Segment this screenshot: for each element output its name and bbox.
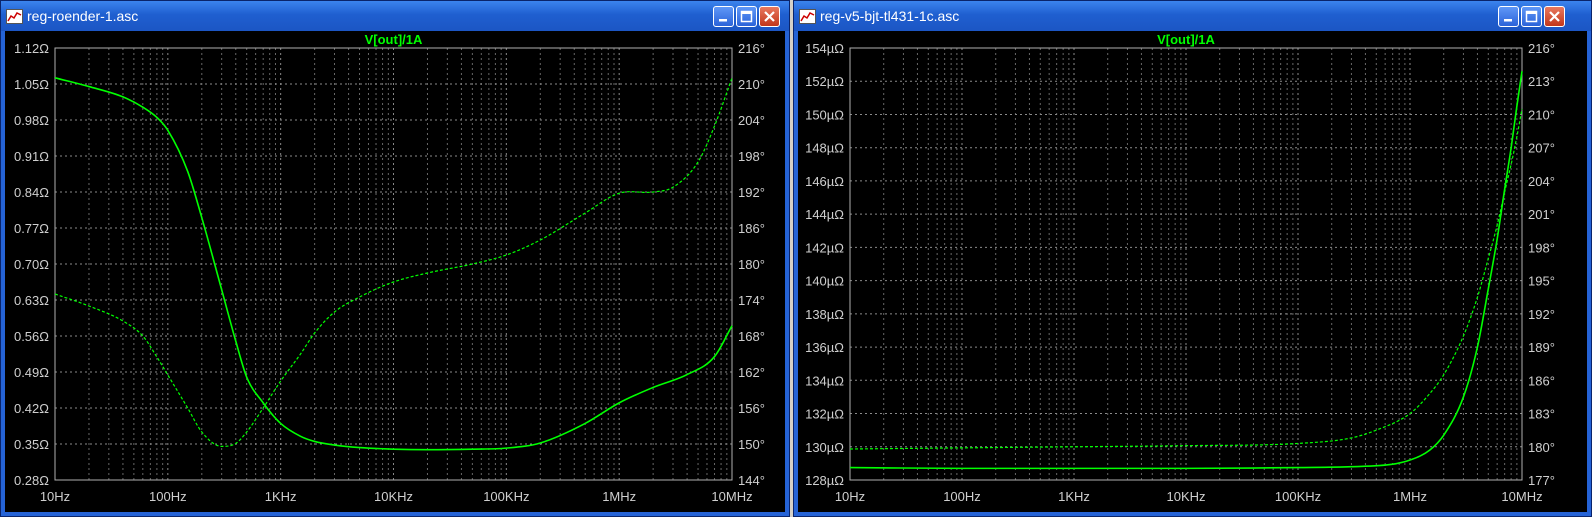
y-right-tick-label: 192° xyxy=(1528,307,1555,322)
y-right-tick-label: 186° xyxy=(738,221,765,236)
y-right-tick-label: 210° xyxy=(738,77,765,92)
y-left-tick-label: 0.98Ω xyxy=(14,113,49,128)
y-right-tick-label: 150° xyxy=(738,437,765,452)
y-left-tick-label: 0.84Ω xyxy=(14,185,49,200)
y-right-tick-label: 144° xyxy=(738,473,765,488)
x-tick-label: 10KHz xyxy=(374,489,413,504)
y-right-tick-label: 192° xyxy=(738,185,765,200)
y-left-tick-label: 150µΩ xyxy=(805,107,844,122)
window-title: reg-v5-bjt-tl431-1c.asc xyxy=(820,8,960,24)
y-right-tick-label: 189° xyxy=(1528,340,1555,355)
y-left-tick-label: 1.12Ω xyxy=(14,41,49,56)
plot-area[interactable]: 128µΩ 130µΩ 132µΩ 134µΩ 136µΩ 138µΩ 140µΩ 142µΩ… xyxy=(798,31,1587,512)
y-left-tick-label: 142µΩ xyxy=(805,240,844,255)
y-left-tick-label: 0.70Ω xyxy=(14,257,49,272)
y-right-tick-label: 201° xyxy=(1528,207,1555,222)
y-right-tick-label: 195° xyxy=(1528,274,1555,289)
y-left-tick-label: 128µΩ xyxy=(805,473,844,488)
y-left-tick-label: 0.35Ω xyxy=(14,437,49,452)
maximize-button[interactable] xyxy=(1521,6,1542,27)
trace-label: V[out]/1A xyxy=(365,32,423,47)
y-right-tick-label: 180° xyxy=(1528,440,1555,455)
x-tick-label: 10KHz xyxy=(1166,489,1205,504)
y-right-tick-label: 168° xyxy=(738,329,765,344)
close-button[interactable] xyxy=(1544,6,1565,27)
close-icon xyxy=(1549,11,1560,22)
x-tick-label: 10Hz xyxy=(835,489,865,504)
x-tick-label: 1MHz xyxy=(1393,489,1427,504)
y-left-tick-label: 0.56Ω xyxy=(14,329,49,344)
x-tick-label: 100KHz xyxy=(483,489,529,504)
y-left-tick-label: 0.63Ω xyxy=(14,293,49,308)
y-right-tick-label: 183° xyxy=(1528,407,1555,422)
title-bar[interactable]: reg-v5-bjt-tl431-1c.asc xyxy=(794,1,1591,31)
y-left-tick-label: 152µΩ xyxy=(805,74,844,89)
title-bar[interactable]: reg-roender-1.asc xyxy=(1,1,789,31)
y-left-tick-label: 0.49Ω xyxy=(14,365,49,380)
y-right-tick-label: 216° xyxy=(738,41,765,56)
y-right-tick-label: 186° xyxy=(1528,373,1555,388)
y-left-tick-label: 0.28Ω xyxy=(14,473,49,488)
bode-plot[interactable]: 0.28Ω 0.35Ω 0.42Ω 0.49Ω 0.56Ω 0.63Ω 0.70Ω 0.77Ω… xyxy=(5,31,785,512)
x-tick-label: 10MHz xyxy=(711,489,752,504)
close-icon xyxy=(764,11,775,22)
minimize-button[interactable] xyxy=(713,6,734,27)
trace-label: V[out]/1A xyxy=(1157,32,1215,47)
y-right-tick-label: 198° xyxy=(738,149,765,164)
x-tick-label: 10Hz xyxy=(40,489,70,504)
y-left-tick-label: 146µΩ xyxy=(805,174,844,189)
y-left-tick-label: 140µΩ xyxy=(805,274,844,289)
minimize-button[interactable] xyxy=(1498,6,1519,27)
y-right-tick-label: 180° xyxy=(738,257,765,272)
y-left-tick-label: 144µΩ xyxy=(805,207,844,222)
y-left-tick-label: 148µΩ xyxy=(805,141,844,156)
minimize-icon xyxy=(1504,19,1512,22)
plot-window-right[interactable]: reg-v5-bjt-tl431-1c.asc 128µΩ 130µΩ 132µΩ 1… xyxy=(793,0,1592,517)
plot-area[interactable]: 0.28Ω 0.35Ω 0.42Ω 0.49Ω 0.56Ω 0.63Ω 0.70Ω 0.77Ω… xyxy=(5,31,785,512)
y-left-tick-label: 0.91Ω xyxy=(14,149,49,164)
y-right-tick-label: 174° xyxy=(738,293,765,308)
x-tick-label: 1MHz xyxy=(602,489,636,504)
y-left-tick-label: 1.05Ω xyxy=(14,77,49,92)
waveform-app-icon xyxy=(6,9,23,24)
y-right-tick-label: 204° xyxy=(738,113,765,128)
maximize-button[interactable] xyxy=(736,6,757,27)
y-left-tick-label: 0.42Ω xyxy=(14,401,49,416)
bode-plot[interactable]: 128µΩ 130µΩ 132µΩ 134µΩ 136µΩ 138µΩ 140µΩ 142µΩ… xyxy=(798,31,1587,512)
y-right-tick-label: 216° xyxy=(1528,41,1555,56)
y-right-tick-label: 213° xyxy=(1528,74,1555,89)
y-right-tick-label: 162° xyxy=(738,365,765,380)
x-tick-label: 1KHz xyxy=(265,489,297,504)
maximize-icon xyxy=(1525,10,1538,23)
y-left-tick-label: 154µΩ xyxy=(805,41,844,56)
y-left-tick-label: 138µΩ xyxy=(805,307,844,322)
x-tick-label: 100Hz xyxy=(943,489,981,504)
window-title: reg-roender-1.asc xyxy=(27,8,139,24)
plot-window-left[interactable]: reg-roender-1.asc 0.28Ω 0.35Ω 0.42Ω 0.49Ω 0.… xyxy=(0,0,790,517)
x-tick-label: 10MHz xyxy=(1501,489,1542,504)
x-tick-label: 100Hz xyxy=(149,489,187,504)
y-left-tick-label: 0.77Ω xyxy=(14,221,49,236)
y-left-tick-label: 132µΩ xyxy=(805,407,844,422)
y-left-tick-label: 136µΩ xyxy=(805,340,844,355)
y-right-tick-label: 156° xyxy=(738,401,765,416)
y-right-tick-label: 207° xyxy=(1528,141,1555,156)
maximize-icon xyxy=(740,10,753,23)
close-button[interactable] xyxy=(759,6,780,27)
x-tick-label: 100KHz xyxy=(1275,489,1321,504)
y-right-tick-label: 198° xyxy=(1528,240,1555,255)
y-right-tick-label: 204° xyxy=(1528,174,1555,189)
waveform-app-icon xyxy=(799,9,816,24)
y-right-tick-label: 177° xyxy=(1528,473,1555,488)
y-right-tick-label: 210° xyxy=(1528,107,1555,122)
y-left-tick-label: 134µΩ xyxy=(805,373,844,388)
y-left-tick-label: 130µΩ xyxy=(805,440,844,455)
x-tick-label: 1KHz xyxy=(1058,489,1090,504)
minimize-icon xyxy=(719,19,727,22)
